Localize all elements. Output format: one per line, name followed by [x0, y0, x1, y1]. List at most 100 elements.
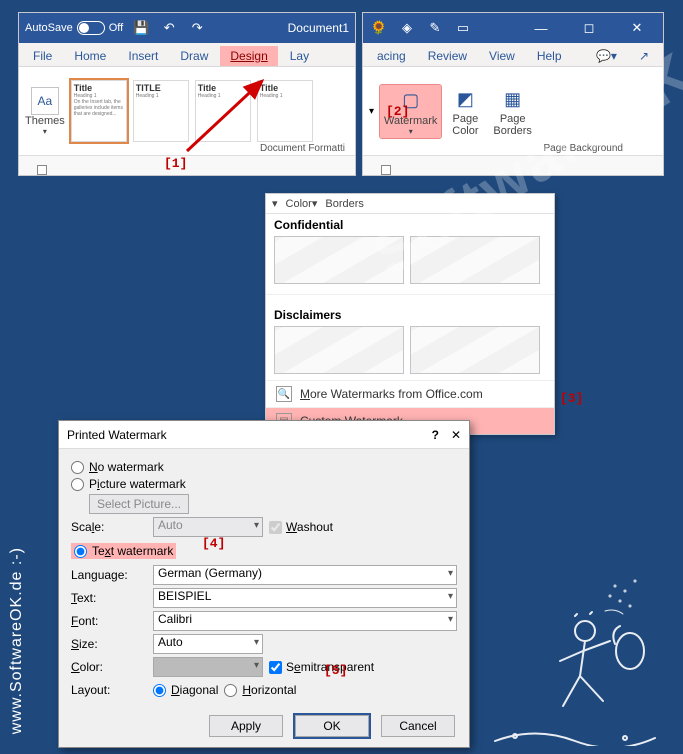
share-icon[interactable]: ↗ — [629, 46, 659, 66]
window-icon[interactable]: ▭ — [453, 18, 473, 38]
help-icon[interactable]: ? — [432, 428, 439, 442]
radio-text-watermark[interactable]: Text watermark — [71, 543, 176, 559]
radio-input[interactable] — [153, 684, 166, 697]
chevron-down-icon: ▾ — [43, 127, 47, 136]
tab-help[interactable]: Help — [527, 46, 572, 66]
page-color-button[interactable]: ◩ Page Color — [447, 83, 483, 139]
tab-design[interactable]: Design — [220, 46, 277, 66]
page-color-icon: ◩ — [451, 85, 479, 113]
tab-draw[interactable]: Draw — [170, 46, 218, 66]
radio-horizontal[interactable]: Horizontal — [224, 683, 296, 697]
ribbon-tabs-left: File Home Insert Draw Design Lay — [19, 43, 355, 67]
themes-label: Themes — [25, 115, 65, 127]
page-borders-button[interactable]: ▦ Page Borders — [489, 83, 536, 139]
chevron-down-icon[interactable]: ▾ — [369, 106, 374, 117]
group-label-background: Page Background — [543, 143, 623, 154]
font-select[interactable]: Calibri — [153, 611, 457, 631]
checkbox-input[interactable] — [269, 661, 282, 674]
globe-icon: 🔍 — [276, 386, 292, 402]
word-window-right: 🌻 ◈ ✎ ▭ — ◻ ✕ acing Review View Help 💬▾ … — [362, 12, 664, 176]
cancel-button[interactable]: Cancel — [381, 715, 455, 737]
ribbon-body-left: Aa Themes ▾ Title Heading 1 On the Inser… — [19, 67, 355, 155]
comments-icon[interactable]: 💬▾ — [586, 46, 627, 66]
apply-button[interactable]: Apply — [209, 715, 283, 737]
chevron-down-icon[interactable]: ▾ — [272, 197, 278, 210]
brush-icon[interactable]: ✎ — [425, 18, 445, 38]
style-set-3[interactable]: Title Heading 1 — [195, 80, 251, 142]
minimize-button[interactable]: — — [521, 13, 561, 43]
tab-review[interactable]: Review — [418, 46, 477, 66]
undo-icon[interactable]: ↶ — [159, 18, 179, 38]
titlebar-left: AutoSave Off 💾 ↶ ↷ Document1 — [19, 13, 355, 43]
diamond-icon[interactable]: ◈ — [397, 18, 417, 38]
group-label-formatting: Document Formatti — [260, 143, 345, 154]
dialog-title: Printed Watermark — [67, 428, 167, 442]
dialog-titlebar: Printed Watermark ? ✕ — [59, 421, 469, 449]
tab-view[interactable]: View — [479, 46, 525, 66]
close-button[interactable]: ✕ — [617, 13, 657, 43]
gallery-header: ▾ Color▾ Borders — [266, 194, 554, 214]
radio-input[interactable] — [71, 461, 84, 474]
color-label: Color: — [71, 660, 147, 674]
themes-icon: Aa — [31, 87, 59, 115]
semitransparent-checkbox[interactable]: Semitransparent — [269, 660, 374, 674]
watermark-thumb-confidential-1[interactable] — [274, 236, 404, 284]
radio-picture-watermark[interactable]: Picture watermark — [71, 477, 457, 491]
watermark-thumb-disclaimer-2[interactable] — [410, 326, 540, 374]
gallery-head-borders[interactable]: Borders — [325, 198, 364, 210]
side-watermark-text: www.SoftwareOK.de :-) — [8, 547, 26, 734]
color-select[interactable] — [153, 657, 263, 677]
marker-5: [5] — [324, 663, 347, 678]
tab-spacing[interactable]: acing — [367, 46, 416, 66]
radio-no-watermark[interactable]: No watermark — [71, 460, 457, 474]
tab-insert[interactable]: Insert — [118, 46, 168, 66]
sunflower-icon: 🌻 — [369, 18, 389, 38]
language-label: Language: — [71, 568, 147, 582]
style-set-2[interactable]: TITLE Heading 1 — [133, 80, 189, 142]
tab-home[interactable]: Home — [64, 46, 116, 66]
save-icon[interactable]: 💾 — [131, 18, 151, 38]
checkbox-input[interactable] — [269, 521, 282, 534]
gallery-head-color[interactable]: Color▾ — [286, 197, 318, 210]
ruler-right[interactable] — [363, 155, 663, 175]
scale-select[interactable]: Auto — [153, 517, 263, 537]
autosave-toggle[interactable]: AutoSave Off — [25, 21, 123, 35]
marker-3: [3] — [560, 391, 583, 406]
marker-1: [1] — [164, 156, 187, 171]
language-select[interactable]: German (Germany) — [153, 565, 457, 585]
more-watermarks-label: More Watermarks from Office.com — [300, 387, 483, 401]
radio-input[interactable] — [224, 684, 237, 697]
radio-diagonal[interactable]: Diagonal — [153, 683, 218, 697]
radio-input[interactable] — [71, 478, 84, 491]
doc-title: Document1 — [288, 21, 349, 35]
radio-input[interactable] — [74, 545, 87, 558]
style-set-1[interactable]: Title Heading 1 On the Insert tab, the g… — [71, 80, 127, 142]
gallery-cat-confidential: Confidential — [266, 214, 554, 236]
tab-file[interactable]: File — [23, 46, 62, 66]
washout-checkbox[interactable]: Washout — [269, 520, 333, 534]
font-label: Font: — [71, 614, 147, 628]
watermark-gallery: ▾ Color▾ Borders Confidential Disclaimer… — [265, 193, 555, 435]
ok-button[interactable]: OK — [295, 715, 369, 737]
gallery-cat-disclaimers: Disclaimers — [266, 304, 554, 326]
word-window-left: AutoSave Off 💾 ↶ ↷ Document1 File Home I… — [18, 12, 356, 176]
themes-button[interactable]: Aa Themes ▾ — [25, 87, 65, 136]
select-picture-button[interactable]: Select Picture... — [89, 494, 189, 514]
style-set-4[interactable]: Title Heading 1 — [257, 80, 313, 142]
close-icon[interactable]: ✕ — [451, 428, 461, 442]
doodle-figure-icon — [475, 566, 675, 746]
page-borders-label: Page Borders — [493, 113, 532, 137]
text-select[interactable]: BEISPIEL — [153, 588, 457, 608]
toggle-off-icon — [77, 21, 105, 35]
maximize-button[interactable]: ◻ — [569, 13, 609, 43]
watermark-thumb-disclaimer-1[interactable] — [274, 326, 404, 374]
text-label: Text: — [71, 591, 147, 605]
page-color-label: Page Color — [452, 113, 478, 137]
more-watermarks-link[interactable]: 🔍 More Watermarks from Office.com — [266, 380, 554, 407]
size-select[interactable]: Auto — [153, 634, 263, 654]
watermark-thumb-confidential-2[interactable] — [410, 236, 540, 284]
page-borders-icon: ▦ — [499, 85, 527, 113]
redo-icon[interactable]: ↷ — [187, 18, 207, 38]
autosave-off: Off — [109, 22, 123, 34]
tab-layout[interactable]: Lay — [280, 46, 319, 66]
